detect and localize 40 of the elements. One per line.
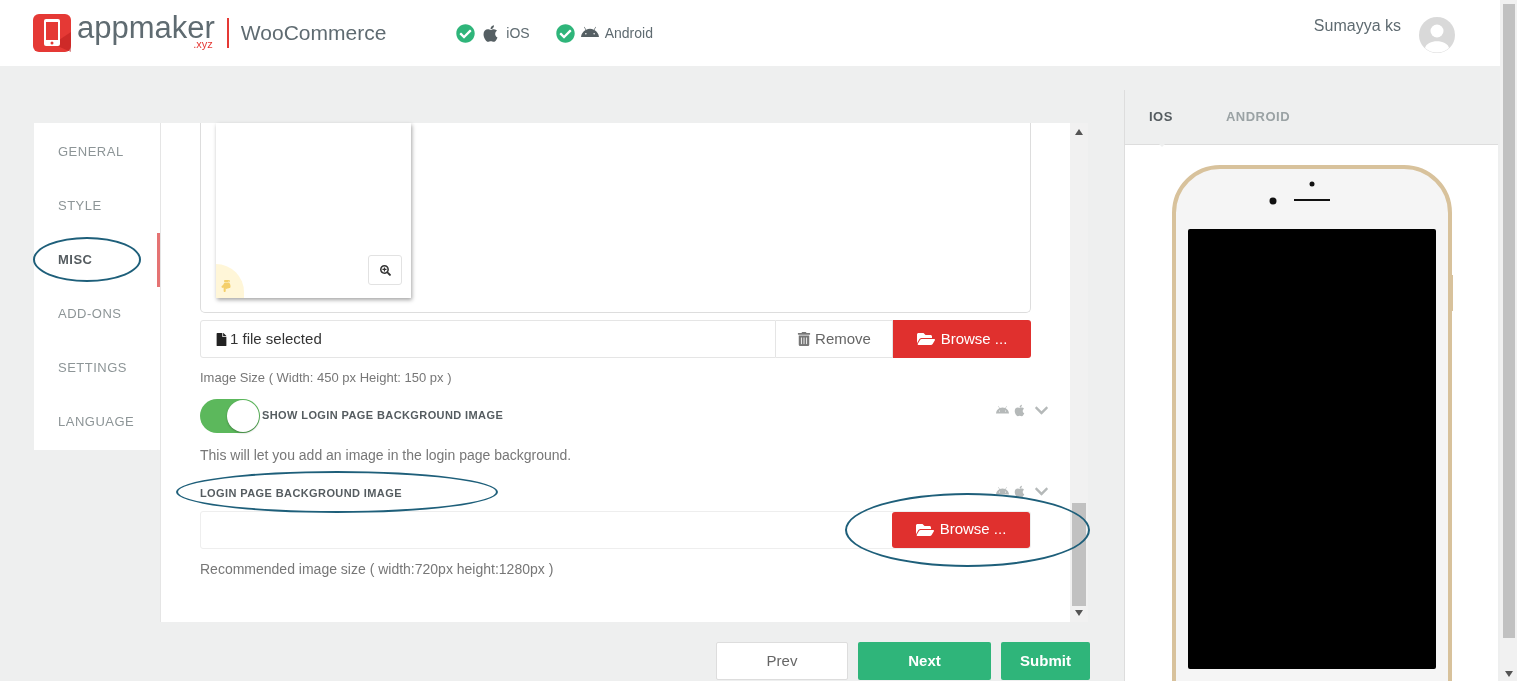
brand-name: appmaker: [77, 12, 215, 43]
file-name-field[interactable]: 1 file selected: [200, 320, 776, 358]
recommended-size-hint: Recommended image size ( width:720px height:1280px ): [200, 559, 555, 579]
apple-icon: [1013, 485, 1026, 498]
user-name[interactable]: Sumayya ks: [1313, 14, 1401, 38]
field-label: LOGIN PAGE BACKGROUND IMAGE: [200, 486, 402, 499]
file-name: 1 file selected: [230, 328, 322, 349]
logo-icon: [33, 14, 71, 52]
zoom-button[interactable]: [368, 255, 402, 285]
platform-label: Android: [604, 23, 653, 43]
toggle-help-text: This will let you add an image in the login page background.: [200, 445, 573, 465]
scroll-down-icon[interactable]: [1504, 671, 1513, 677]
action-button[interactable]: Prev: [716, 642, 848, 680]
file-icon: [215, 332, 228, 346]
sidebar-item[interactable]: GENERAL: [34, 125, 160, 179]
scroll-down-icon[interactable]: [1075, 610, 1083, 616]
sidebar-item[interactable]: SETTINGS: [34, 341, 160, 395]
browse-button[interactable]: Browse ...: [892, 511, 1030, 548]
folder-icon: [916, 330, 935, 348]
sidebar-item[interactable]: STYLE: [34, 179, 160, 233]
toggle-label: SHOW LOGIN PAGE BACKGROUND IMAGE: [262, 408, 504, 424]
sidebar-item[interactable]: LANGUAGE: [34, 395, 160, 449]
remove-button[interactable]: Remove: [776, 320, 893, 358]
platform-label: iOS: [506, 23, 530, 43]
image-size-hint: Image Size ( Width: 450 px Height: 150 px ): [200, 369, 453, 387]
trash-icon: [797, 332, 812, 346]
scroll-up-icon[interactable]: [1075, 129, 1083, 135]
avatar-icon[interactable]: [1419, 17, 1455, 53]
background-image-field[interactable]: Browse ...: [200, 510, 1031, 549]
browse-button[interactable]: Browse ...: [893, 320, 1031, 358]
action-button[interactable]: Next: [858, 642, 991, 680]
zoom-in-icon: [379, 264, 391, 276]
scrollbar-thumb[interactable]: [1502, 4, 1515, 638]
toggle-switch[interactable]: [200, 398, 260, 433]
scrollbar-thumb[interactable]: [1072, 503, 1086, 606]
apple-icon: [1013, 404, 1026, 417]
action-button[interactable]: Submit: [1001, 642, 1090, 680]
sidebar-item[interactable]: ADD-ONS: [34, 287, 160, 341]
hand-pointer-icon: [220, 280, 232, 292]
platform-name: WooCommerce: [240, 20, 387, 47]
